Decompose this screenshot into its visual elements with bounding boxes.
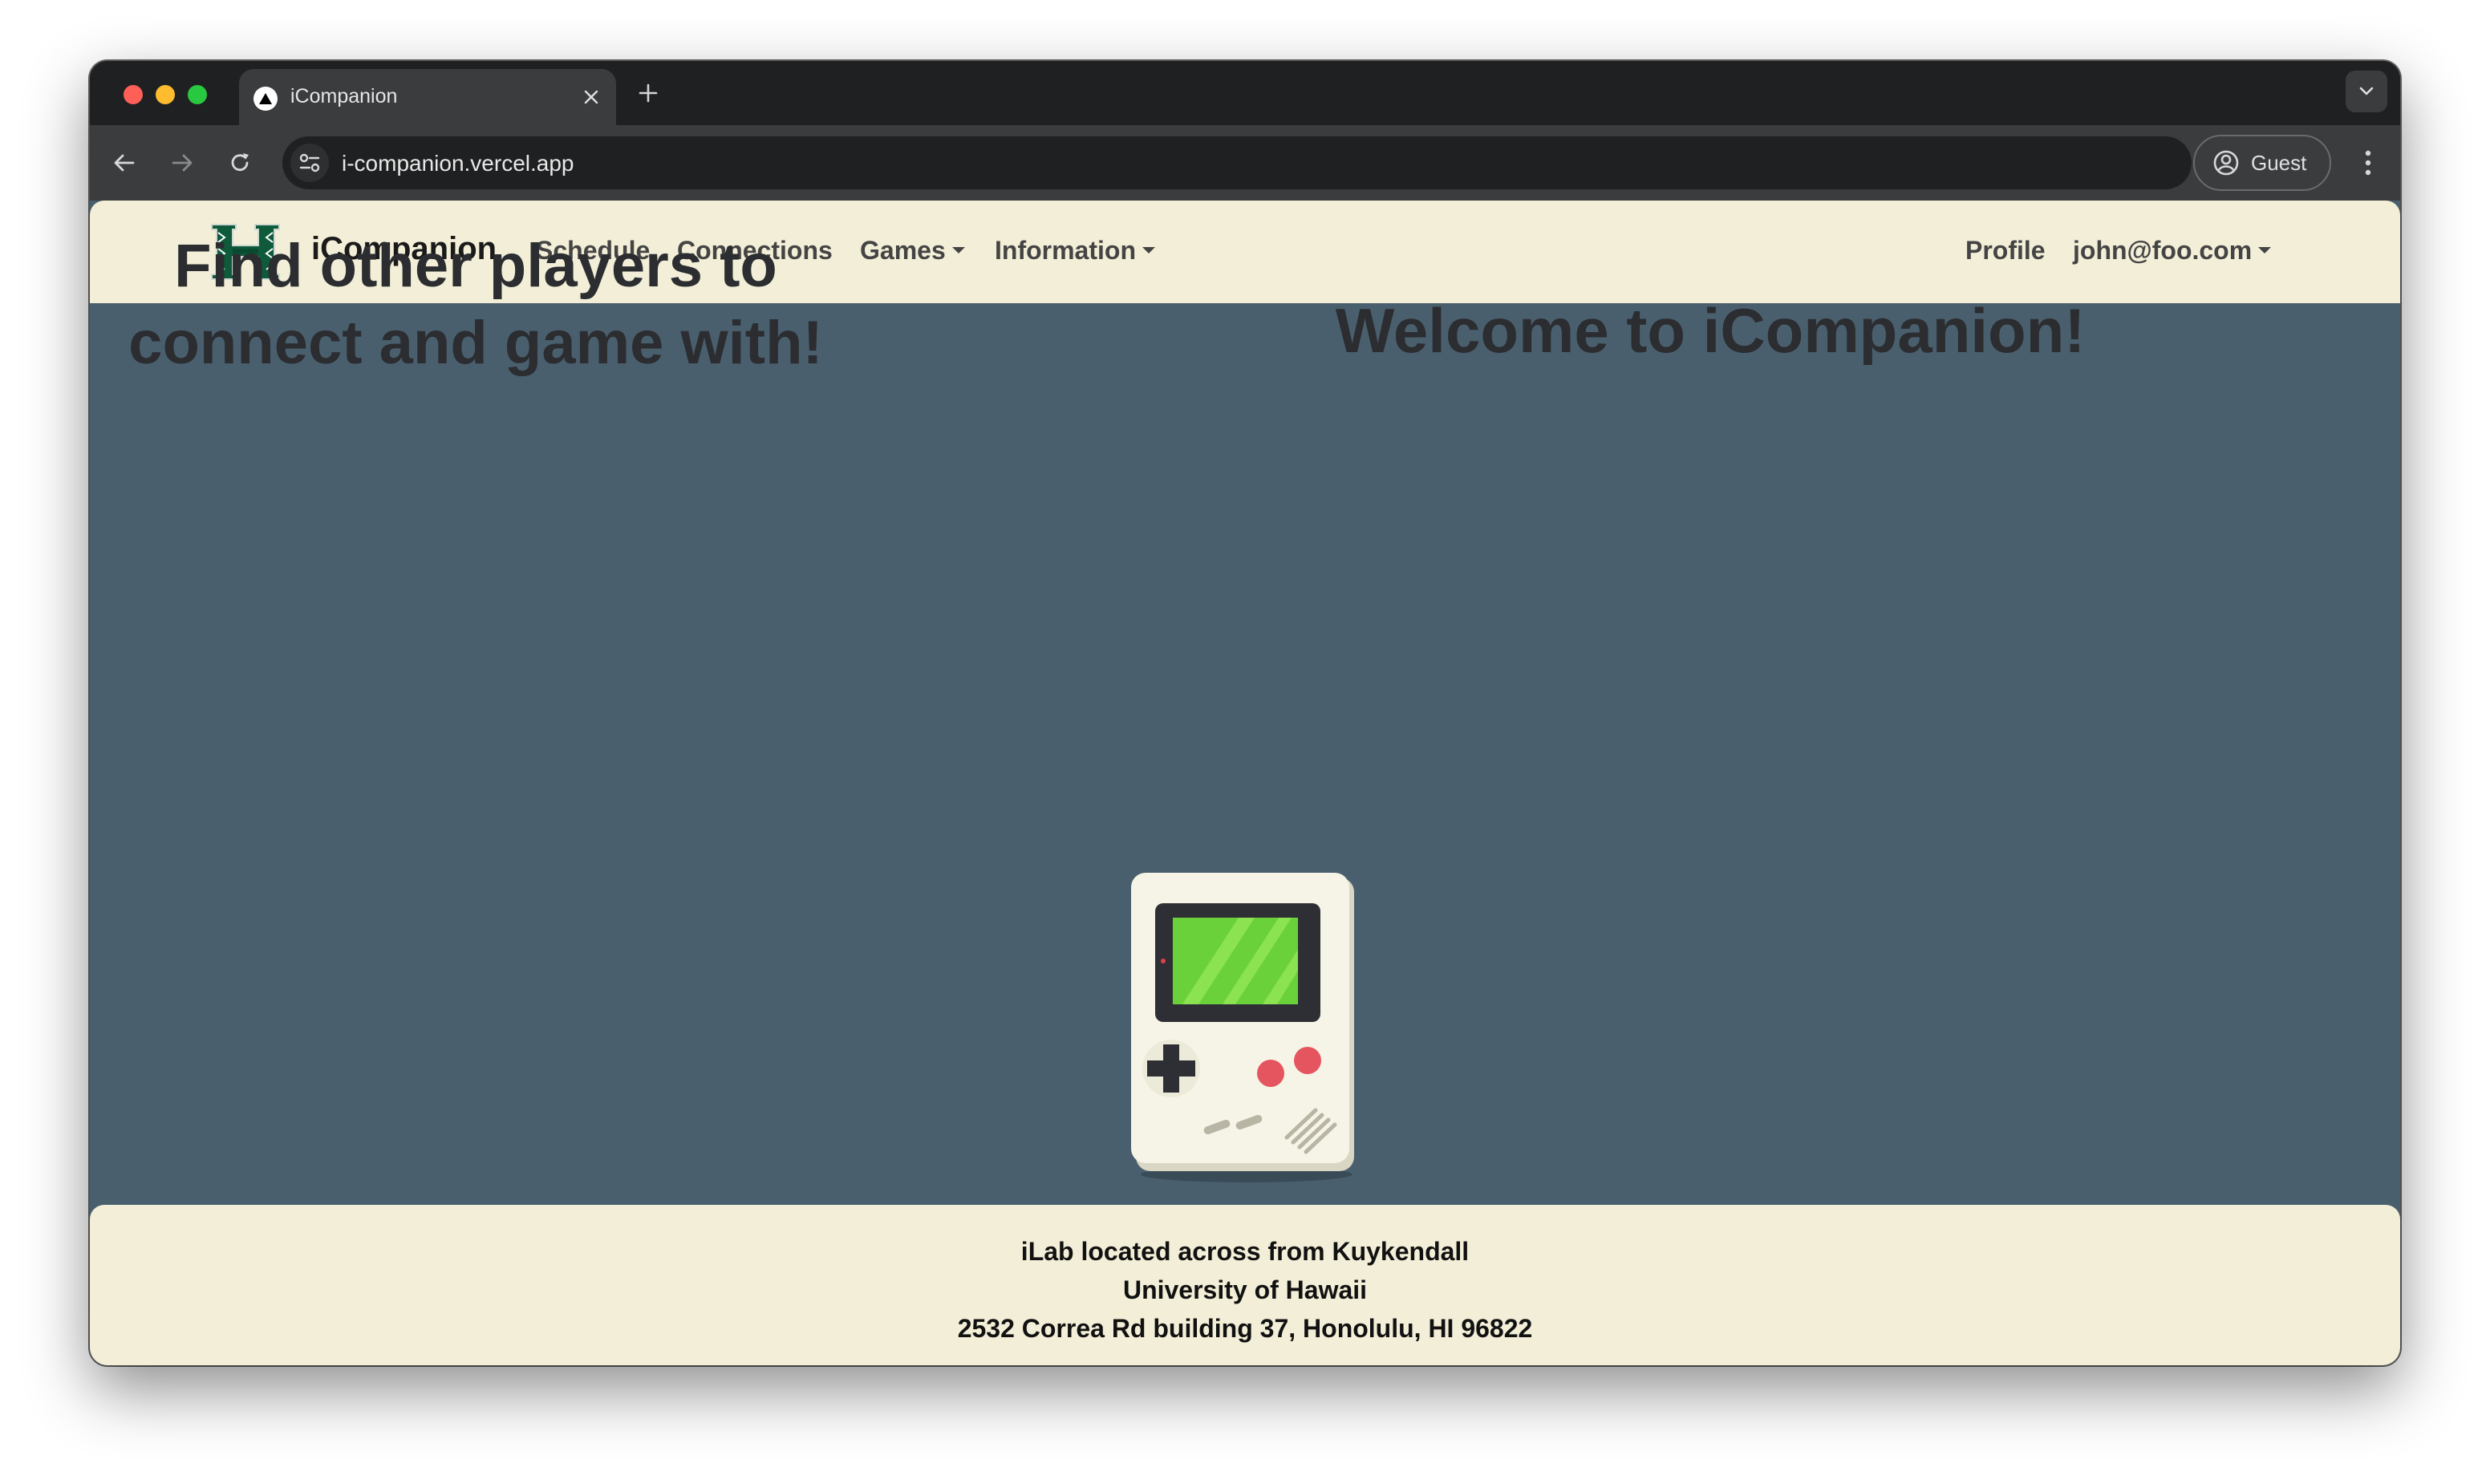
footer-line-address: 2532 Correa Rd building 37, Honolulu, HI… xyxy=(957,1314,1533,1343)
window-close-button[interactable] xyxy=(124,85,143,104)
hero-left-heading: Find other players to connect and game w… xyxy=(128,232,823,377)
footer-line-university: University of Hawaii xyxy=(1122,1275,1368,1304)
hero-welcome-heading: Welcome to iCompanion! xyxy=(1335,295,2086,366)
url-text: i-companion.vercel.app xyxy=(342,151,574,176)
nav-games-label: Games xyxy=(860,236,946,265)
tab-strip: iCompanion xyxy=(90,61,2400,125)
user-email-label: john@foo.com xyxy=(2073,236,2253,265)
nav-link-profile[interactable]: Profile xyxy=(1965,236,2046,266)
chevron-down-icon[interactable] xyxy=(2346,71,2387,112)
nav-information-label: Information xyxy=(995,236,1136,265)
tab-title: iCompanion xyxy=(290,85,398,107)
forward-arrow-icon[interactable] xyxy=(165,146,199,180)
browser-window: iCompanion i-companion.vercel.app Guest … xyxy=(90,61,2400,1365)
nav-dropdown-games[interactable]: Games xyxy=(860,236,965,266)
plus-icon[interactable] xyxy=(631,75,666,111)
caret-down-icon xyxy=(951,246,965,253)
vercel-triangle-icon xyxy=(253,87,278,111)
guest-label: Guest xyxy=(2251,150,2307,175)
site-settings-icon[interactable] xyxy=(290,144,329,182)
footer-line-location: iLab located across from Kuykendall xyxy=(1020,1237,1470,1266)
site-footer: iLab located across from Kuykendall Univ… xyxy=(90,1205,2400,1365)
page-viewport: iCompanion Schedule Connections Games In… xyxy=(90,201,2400,1365)
window-minimize-button[interactable] xyxy=(156,85,175,104)
user-account-dropdown[interactable]: john@foo.com xyxy=(2073,236,2272,266)
caret-down-icon xyxy=(2258,246,2272,253)
back-arrow-icon[interactable] xyxy=(107,146,141,180)
kebab-menu-icon[interactable] xyxy=(2352,144,2384,181)
browser-tab[interactable]: iCompanion xyxy=(239,69,616,125)
browser-toolbar: i-companion.vercel.app Guest xyxy=(90,125,2400,201)
gameboy-illustration xyxy=(1131,873,1354,1182)
address-bar[interactable]: i-companion.vercel.app xyxy=(282,136,2192,189)
nav-dropdown-information[interactable]: Information xyxy=(995,236,1155,266)
guest-profile-button[interactable]: Guest xyxy=(2193,135,2331,191)
reload-icon[interactable] xyxy=(223,146,257,180)
window-maximize-button[interactable] xyxy=(188,85,207,104)
guest-profile-icon xyxy=(2213,150,2239,176)
caret-down-icon xyxy=(1142,246,1155,253)
close-icon[interactable] xyxy=(578,83,605,111)
